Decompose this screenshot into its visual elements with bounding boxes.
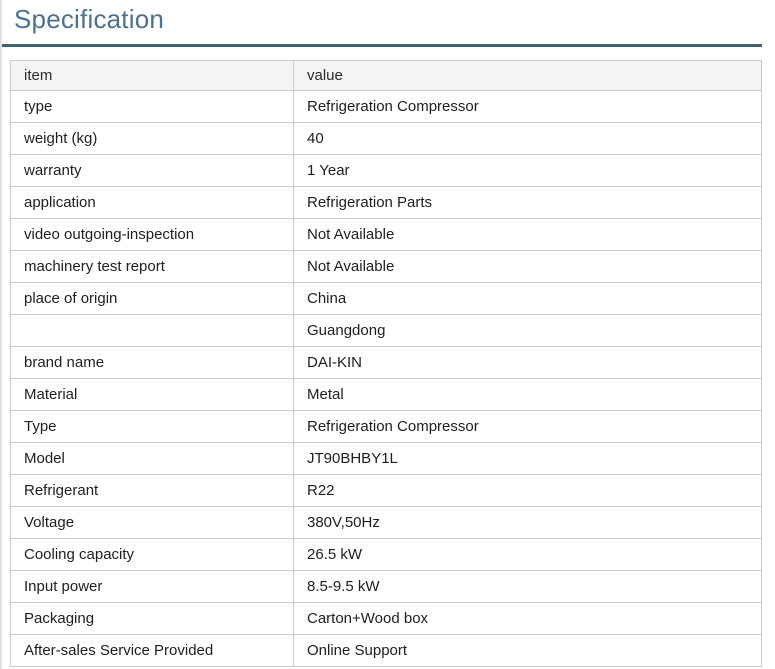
item-cell: weight (kg) (11, 123, 294, 155)
value-cell: Carton+Wood box (294, 603, 762, 635)
item-cell: brand name (11, 347, 294, 379)
value-cell: Metal (294, 379, 762, 411)
value-cell: Refrigeration Parts (294, 187, 762, 219)
table-row: Model JT90BHBY1L (11, 443, 762, 475)
value-cell: Not Available (294, 251, 762, 283)
item-cell: Type (11, 411, 294, 443)
specification-section: Specification item value type Refrigerat… (0, 0, 775, 669)
value-cell: Guangdong (294, 315, 762, 347)
value-cell: 8.5-9.5 kW (294, 571, 762, 603)
page-title: Specification (2, 0, 762, 47)
value-cell: 26.5 kW (294, 539, 762, 571)
table-row: type Refrigeration Compressor (11, 91, 762, 123)
item-cell: video outgoing-inspection (11, 219, 294, 251)
item-cell: Voltage (11, 507, 294, 539)
item-cell: Cooling capacity (11, 539, 294, 571)
table-row: warranty 1 Year (11, 155, 762, 187)
item-cell: Refrigerant (11, 475, 294, 507)
item-cell (11, 315, 294, 347)
table-row: Guangdong (11, 315, 762, 347)
value-cell: DAI-KIN (294, 347, 762, 379)
specification-table: item value type Refrigeration Compressor… (10, 60, 762, 667)
item-cell: machinery test report (11, 251, 294, 283)
value-cell: 40 (294, 123, 762, 155)
value-cell: Refrigeration Compressor (294, 91, 762, 123)
table-row: application Refrigeration Parts (11, 187, 762, 219)
table-row: video outgoing-inspection Not Available (11, 219, 762, 251)
item-cell: After-sales Service Provided (11, 635, 294, 667)
table-row: place of origin China (11, 283, 762, 315)
value-cell: JT90BHBY1L (294, 443, 762, 475)
table-row: Packaging Carton+Wood box (11, 603, 762, 635)
table-row: brand name DAI-KIN (11, 347, 762, 379)
item-cell: Input power (11, 571, 294, 603)
item-cell: warranty (11, 155, 294, 187)
table-row: Refrigerant R22 (11, 475, 762, 507)
table-row: Cooling capacity 26.5 kW (11, 539, 762, 571)
table-row: Material Metal (11, 379, 762, 411)
item-cell: Material (11, 379, 294, 411)
table-row: Type Refrigeration Compressor (11, 411, 762, 443)
table-header-row: item value (11, 61, 762, 91)
table-row: machinery test report Not Available (11, 251, 762, 283)
value-cell: R22 (294, 475, 762, 507)
value-cell: Not Available (294, 219, 762, 251)
value-cell: 1 Year (294, 155, 762, 187)
item-cell: Packaging (11, 603, 294, 635)
value-cell: Online Support (294, 635, 762, 667)
table-row: Voltage 380V,50Hz (11, 507, 762, 539)
item-cell: application (11, 187, 294, 219)
column-header-value: value (294, 61, 762, 91)
item-cell: type (11, 91, 294, 123)
table-row: After-sales Service Provided Online Supp… (11, 635, 762, 667)
table-row: weight (kg) 40 (11, 123, 762, 155)
table-row: Input power 8.5-9.5 kW (11, 571, 762, 603)
item-cell: Model (11, 443, 294, 475)
value-cell: Refrigeration Compressor (294, 411, 762, 443)
column-header-item: item (11, 61, 294, 91)
value-cell: 380V,50Hz (294, 507, 762, 539)
item-cell: place of origin (11, 283, 294, 315)
value-cell: China (294, 283, 762, 315)
